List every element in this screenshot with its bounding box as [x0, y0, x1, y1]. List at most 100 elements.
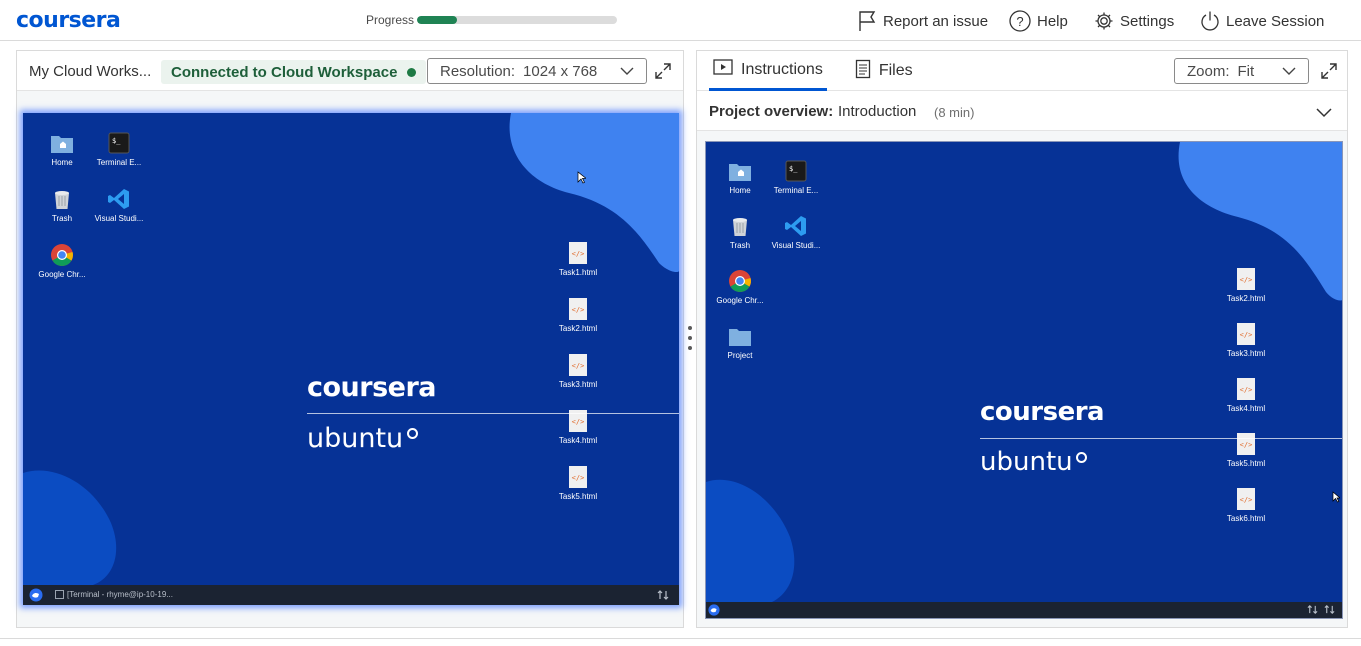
workspace-panel: My Cloud Works... Connected to Cloud Wor… [16, 50, 684, 628]
instructions-panel: Instructions Files Zoom: Fit Project ove… [696, 50, 1348, 628]
desktop-icon-home[interactable]: Home [32, 131, 92, 167]
instructions-header: Instructions Files Zoom: Fit [697, 51, 1347, 91]
leave-session-button[interactable]: Leave Session [1200, 9, 1324, 33]
svg-text:</>: </> [572, 418, 585, 426]
svg-text:$_: $_ [789, 165, 798, 173]
wallpaper-divider [980, 438, 1342, 439]
desktop-icon-vscode: Visual Studi... [766, 214, 826, 250]
desktop-file-task5[interactable]: </> Task5.html [548, 465, 608, 501]
html-file-icon: </> [566, 297, 590, 321]
desktop-icon-chrome: Google Chr... [710, 269, 770, 305]
ubuntu-circle-icon [1076, 452, 1087, 463]
connection-status-label: Connected to Cloud Workspace [171, 63, 398, 81]
chevron-down-icon [1282, 63, 1296, 80]
overview-title: Introduction [838, 103, 917, 120]
html-file-icon: </> [1234, 377, 1258, 401]
desktop-file-task2: </> Task2.html [1216, 267, 1276, 303]
svg-text:</>: </> [1240, 276, 1253, 284]
taskbar-terminal-item[interactable]: [Terminal - rhyme@ip-10-19... [67, 590, 173, 599]
desktop-icon-trash[interactable]: Trash [32, 187, 92, 223]
terminal-icon: $_ [107, 131, 131, 155]
help-label: Help [1037, 12, 1068, 30]
overview-duration: (8 min) [934, 105, 975, 120]
svg-text:</>: </> [572, 474, 585, 482]
xfce-menu-icon[interactable] [29, 588, 43, 602]
desktop-blob-bottom [706, 479, 795, 602]
help-icon: ? [1009, 10, 1031, 32]
desktop-file-task6: </> Task6.html [1216, 487, 1276, 523]
project-overview-bar[interactable]: Project overview: Introduction (8 min) [697, 91, 1347, 131]
wallpaper-divider [307, 413, 679, 414]
document-icon [855, 59, 871, 84]
network-icon[interactable] [657, 589, 669, 601]
network-icon [1324, 605, 1335, 614]
desktop-icon-terminal: $_ Terminal E... [766, 159, 826, 195]
tab-instructions[interactable]: Instructions [709, 51, 827, 91]
zoom-select[interactable]: Zoom: Fit [1174, 58, 1309, 84]
desktop-icon-vscode[interactable]: Visual Studi... [89, 187, 149, 223]
desktop-file-task4: </> Task4.html [1216, 377, 1276, 413]
top-bar: coursera Progress Report an issue ? Help… [0, 0, 1361, 41]
settings-button[interactable]: Settings [1094, 9, 1174, 33]
mouse-cursor-icon [1332, 491, 1340, 503]
expand-icon[interactable] [654, 62, 672, 80]
resolution-select[interactable]: Resolution: 1024 x 768 [427, 58, 647, 84]
svg-text:</>: </> [1240, 496, 1253, 504]
instruction-screenshot: Home $_ Terminal E... Trash Visual Studi… [705, 141, 1343, 619]
svg-text:</>: </> [572, 306, 585, 314]
wallpaper-coursera-logo: coursera [980, 397, 1105, 427]
desktop-file-task2[interactable]: </> Task2.html [548, 297, 608, 333]
remote-desktop-screen[interactable]: Home $_ Terminal E... Trash Visual Studi… [23, 113, 679, 605]
workspace-title: My Cloud Works... [29, 63, 152, 80]
ubuntu-circle-icon [407, 428, 418, 439]
panel-resize-handle[interactable] [687, 324, 693, 354]
report-issue-button[interactable]: Report an issue [857, 9, 988, 33]
html-file-icon: </> [1234, 322, 1258, 346]
html-file-icon: </> [566, 353, 590, 377]
mouse-cursor-icon [577, 171, 586, 184]
html-file-icon: </> [566, 241, 590, 265]
html-file-icon: </> [1234, 267, 1258, 291]
desktop-file-task4[interactable]: </> Task4.html [548, 409, 608, 445]
desktop-icon-chrome[interactable]: Google Chr... [32, 243, 92, 279]
desktop-taskbar: [Terminal - rhyme@ip-10-19... [23, 585, 679, 605]
vscode-icon [107, 187, 131, 211]
folder-icon [728, 159, 752, 183]
connection-status-badge: Connected to Cloud Workspace [161, 60, 427, 84]
workspace-header: My Cloud Works... Connected to Cloud Wor… [17, 51, 683, 91]
instructions-tabs: Instructions Files [709, 51, 917, 91]
video-icon [713, 58, 733, 81]
svg-text:</>: </> [572, 250, 585, 258]
desktop-icon-home: Home [710, 159, 770, 195]
flag-icon [857, 10, 877, 32]
help-button[interactable]: ? Help [1009, 9, 1068, 33]
chrome-icon [728, 269, 752, 293]
folder-icon [728, 324, 752, 348]
folder-icon [50, 131, 74, 155]
desktop-icon-project: Project [710, 324, 770, 360]
svg-text:</>: </> [1240, 441, 1253, 449]
chevron-down-icon[interactable] [1315, 103, 1333, 121]
svg-text:?: ? [1016, 14, 1023, 29]
desktop-file-task1[interactable]: </> Task1.html [548, 241, 608, 277]
desktop-icon-terminal[interactable]: $_ Terminal E... [89, 131, 149, 167]
desktop-file-task3: </> Task3.html [1216, 322, 1276, 358]
network-icon [1307, 605, 1318, 614]
desktop-file-task3[interactable]: </> Task3.html [548, 353, 608, 389]
expand-icon[interactable] [1320, 62, 1338, 80]
desktop-taskbar [706, 602, 1342, 618]
tab-files[interactable]: Files [851, 51, 917, 91]
footer-divider [0, 638, 1361, 639]
trash-icon [50, 187, 74, 211]
svg-text:$_: $_ [112, 137, 121, 145]
tab-files-label: Files [878, 62, 913, 79]
power-icon [1200, 10, 1220, 32]
wallpaper-ubuntu-logo: ubuntu [307, 423, 404, 454]
progress-bar [417, 16, 617, 24]
coursera-logo[interactable]: coursera [16, 8, 121, 33]
html-file-icon: </> [1234, 487, 1258, 511]
html-file-icon: </> [1234, 432, 1258, 456]
svg-text:</>: </> [572, 362, 585, 370]
zoom-value: Fit [1237, 62, 1255, 80]
overview-label: Project overview: [709, 103, 834, 120]
